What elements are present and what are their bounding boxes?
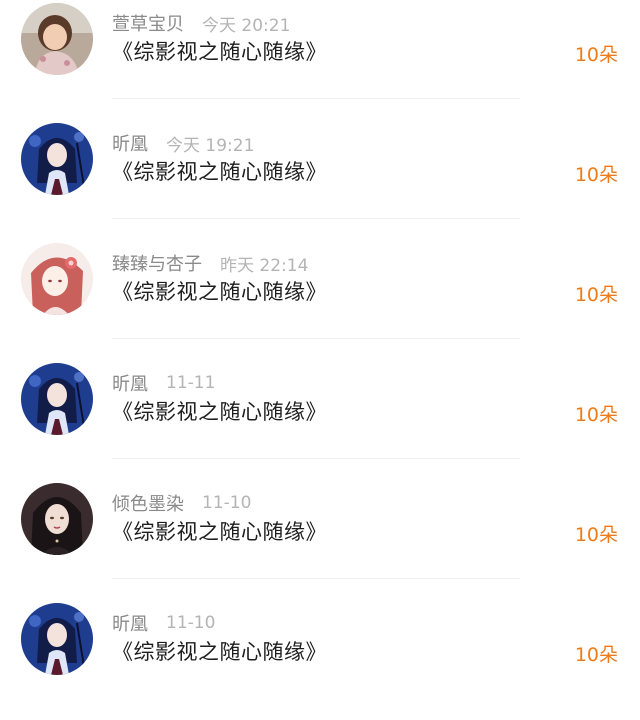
timestamp: 11-10 (166, 613, 216, 633)
book-title[interactable]: 《综影视之随心随缘》 (112, 276, 327, 306)
anime-blue-hair-avatar-icon (21, 603, 93, 675)
meta-line: 倾色墨染 11-10 (112, 490, 251, 516)
username[interactable]: 臻臻与杏子 (112, 250, 202, 276)
timestamp: 今天 19:21 (166, 135, 255, 156)
meta-line: 昕凰 11-10 (112, 610, 215, 636)
divider (112, 578, 520, 579)
username[interactable]: 昕凰 (112, 610, 148, 636)
timestamp: 昨天 22:14 (220, 255, 309, 276)
username[interactable]: 萱草宝贝 (112, 10, 184, 36)
gift-count: 10朵 (574, 404, 618, 426)
book-title[interactable]: 《综影视之随心随缘》 (112, 636, 327, 666)
meta-line: 臻臻与杏子 昨天 22:14 (112, 250, 308, 276)
user-avatar[interactable] (21, 3, 93, 75)
username[interactable]: 倾色墨染 (112, 490, 184, 516)
list-item[interactable]: 昕凰 11-10 《综影视之随心随缘》 10朵 (0, 600, 640, 720)
book-title[interactable]: 《综影视之随心随缘》 (112, 516, 327, 546)
anime-blue-hair-avatar-icon (21, 123, 93, 195)
divider (112, 338, 520, 339)
child-photo-avatar-icon (21, 3, 93, 75)
book-title[interactable]: 《综影视之随心随缘》 (112, 396, 327, 426)
user-avatar[interactable] (21, 243, 93, 315)
meta-line: 昕凰 11-11 (112, 370, 215, 396)
dark-hair-woman-avatar-icon (21, 483, 93, 555)
timestamp: 今天 20:21 (202, 15, 291, 36)
gift-count: 10朵 (574, 164, 618, 186)
user-avatar[interactable] (21, 483, 93, 555)
username[interactable]: 昕凰 (112, 370, 148, 396)
list-item[interactable]: 昕凰 11-11 《综影视之随心随缘》 10朵 (0, 360, 640, 480)
red-hair-girl-avatar-icon (21, 243, 93, 315)
list-item[interactable]: 昕凰 今天 19:21 《综影视之随心随缘》 10朵 (0, 120, 640, 240)
meta-line: 昕凰 今天 19:21 (112, 130, 254, 156)
divider (112, 98, 520, 99)
list-item[interactable]: 臻臻与杏子 昨天 22:14 《综影视之随心随缘》 10朵 (0, 240, 640, 360)
book-title[interactable]: 《综影视之随心随缘》 (112, 156, 327, 186)
book-title[interactable]: 《综影视之随心随缘》 (112, 36, 327, 66)
gift-count: 10朵 (574, 644, 618, 666)
anime-blue-hair-avatar-icon (21, 363, 93, 435)
user-avatar[interactable] (21, 123, 93, 195)
gift-count: 10朵 (574, 44, 618, 66)
username[interactable]: 昕凰 (112, 130, 148, 156)
user-avatar[interactable] (21, 363, 93, 435)
gift-count: 10朵 (574, 524, 618, 546)
timestamp: 11-11 (166, 373, 216, 393)
user-avatar[interactable] (21, 603, 93, 675)
divider (112, 458, 520, 459)
meta-line: 萱草宝贝 今天 20:21 (112, 10, 290, 36)
gift-count: 10朵 (574, 284, 618, 306)
list-item[interactable]: 萱草宝贝 今天 20:21 《综影视之随心随缘》 10朵 (0, 0, 640, 120)
divider (112, 218, 520, 219)
list-item[interactable]: 倾色墨染 11-10 《综影视之随心随缘》 10朵 (0, 480, 640, 600)
timestamp: 11-10 (202, 493, 252, 513)
